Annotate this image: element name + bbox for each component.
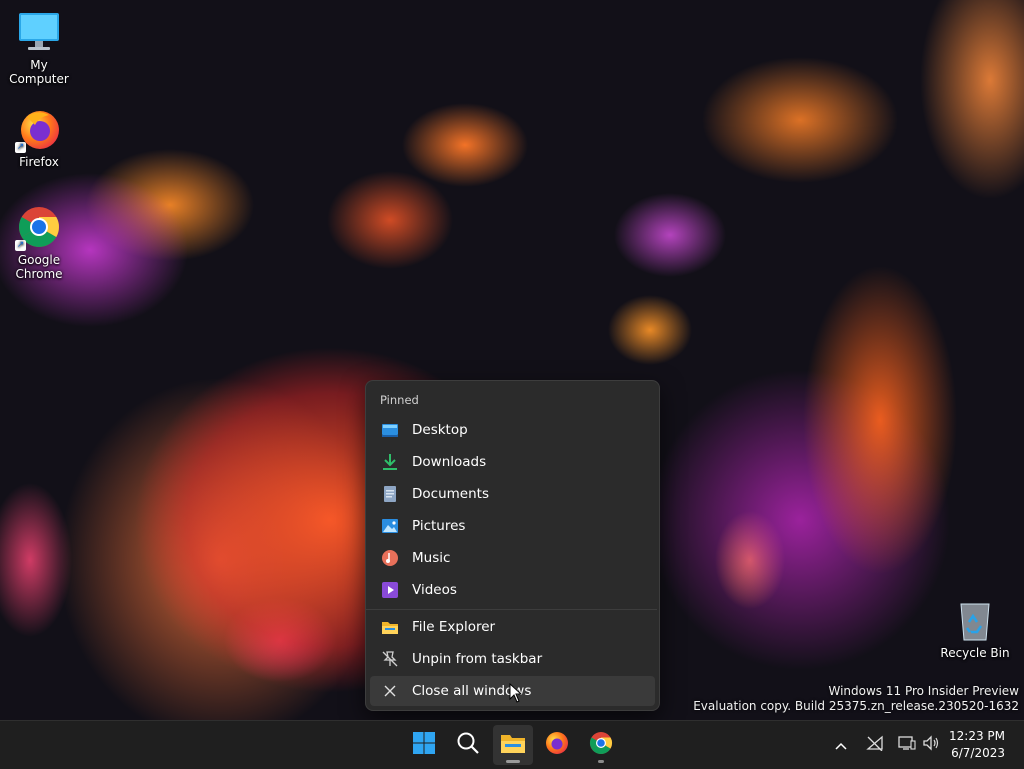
documents-icon: [381, 485, 399, 503]
desktop-icon-firefox[interactable]: ↗ Firefox: [1, 107, 77, 169]
file-explorer-icon: [500, 732, 526, 758]
desktop-icon-label: Firefox: [19, 155, 59, 169]
watermark-line-2: Evaluation copy. Build 25375.zn_release.…: [693, 699, 1019, 713]
action-file-explorer[interactable]: File Explorer: [370, 612, 655, 642]
taskbar-clock[interactable]: 12:23 PM 6/7/2023: [949, 728, 1005, 762]
clock-date: 6/7/2023: [951, 746, 1005, 760]
pinned-item-desktop[interactable]: Desktop: [370, 415, 655, 445]
recycle-bin-icon: [953, 598, 997, 642]
running-indicator: [598, 760, 604, 763]
tray-display-button[interactable]: [898, 721, 916, 769]
pinned-item-label: Documents: [412, 486, 489, 502]
display-icon: [898, 735, 916, 755]
volume-icon: [922, 735, 940, 755]
chrome-icon: [589, 731, 613, 759]
action-label: Unpin from taskbar: [412, 651, 543, 667]
desktop-icon-my-computer[interactable]: My Computer: [1, 10, 77, 86]
unpin-icon: [381, 650, 399, 668]
shortcut-arrow-icon: ↗: [15, 142, 26, 153]
shortcut-arrow-icon: ↗: [15, 240, 26, 251]
search-icon: [456, 731, 480, 759]
tray-network-button[interactable]: [866, 721, 884, 769]
desktop-icon-google-chrome[interactable]: ↗ Google Chrome: [1, 205, 77, 281]
windows-start-icon: [412, 731, 436, 759]
pinned-item-pictures[interactable]: Pictures: [370, 511, 655, 541]
downloads-icon: [381, 453, 399, 471]
network-disconnected-icon: [866, 735, 884, 755]
pinned-item-music[interactable]: Music: [370, 543, 655, 573]
taskbar-search-button[interactable]: [448, 725, 488, 765]
firefox-icon: [545, 731, 569, 759]
windows-watermark: Windows 11 Pro Insider Preview Evaluatio…: [693, 684, 1019, 714]
tray-volume-button[interactable]: [922, 721, 940, 769]
pinned-item-label: Videos: [412, 582, 457, 598]
taskbar-chrome-button[interactable]: [581, 725, 621, 765]
tray-overflow-button[interactable]: [834, 721, 848, 769]
pinned-item-label: Pictures: [412, 518, 466, 534]
action-unpin-from-taskbar[interactable]: Unpin from taskbar: [370, 644, 655, 674]
desktop-icon-label: My Computer: [9, 58, 69, 86]
pinned-section-label: Pinned: [380, 393, 419, 407]
pictures-icon: [381, 517, 399, 535]
watermark-line-1: Windows 11 Pro Insider Preview: [828, 684, 1019, 698]
firefox-icon: ↗: [15, 107, 61, 153]
taskbar: 12:23 PM 6/7/2023: [0, 720, 1024, 769]
chevron-up-icon: [834, 736, 848, 755]
taskbar-start-button[interactable]: [404, 725, 444, 765]
pinned-item-downloads[interactable]: Downloads: [370, 447, 655, 477]
action-label: File Explorer: [412, 619, 496, 635]
file-explorer-icon: [381, 618, 399, 636]
mouse-cursor-icon: [509, 682, 523, 707]
monitor-icon: [17, 10, 61, 54]
music-icon: [381, 549, 399, 567]
pinned-item-label: Desktop: [412, 422, 468, 438]
desktop-icon-recycle-bin[interactable]: Recycle Bin: [937, 598, 1013, 660]
clock-time: 12:23 PM: [949, 729, 1005, 743]
active-indicator: [506, 760, 520, 763]
taskbar-file-explorer-button[interactable]: [493, 725, 533, 765]
taskbar-firefox-button[interactable]: [537, 725, 577, 765]
pinned-item-label: Downloads: [412, 454, 487, 470]
pinned-item-documents[interactable]: Documents: [370, 479, 655, 509]
videos-icon: [381, 581, 399, 599]
close-icon: [381, 682, 399, 700]
pinned-item-videos[interactable]: Videos: [370, 575, 655, 605]
chrome-icon: ↗: [15, 205, 61, 251]
file-explorer-jump-list: Pinned Desktop Downloads Documents Pictu…: [365, 380, 660, 711]
desktop-icon-label: Google Chrome: [15, 253, 63, 281]
desktop-folder-icon: [381, 421, 399, 439]
pinned-item-label: Music: [412, 550, 451, 566]
jump-list-divider: [366, 609, 657, 610]
desktop-icon-label: Recycle Bin: [940, 646, 1010, 660]
